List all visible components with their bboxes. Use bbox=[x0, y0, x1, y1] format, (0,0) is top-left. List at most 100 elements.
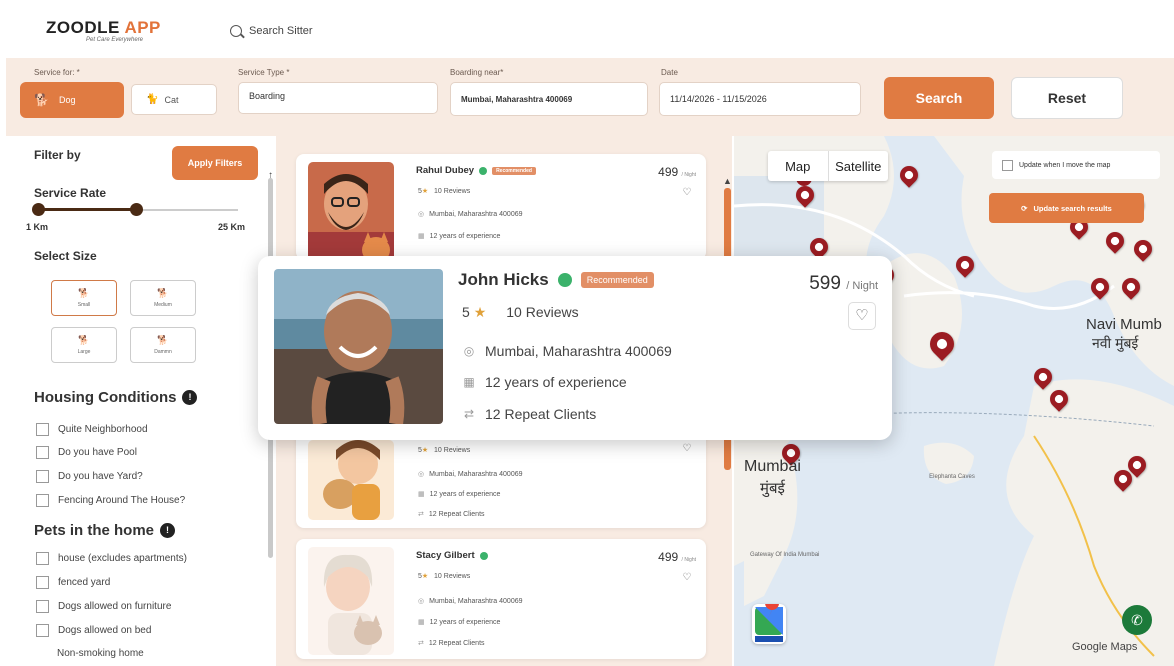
size-label: Large bbox=[77, 349, 91, 355]
rating-row: 5★ 10 Reviews bbox=[418, 572, 470, 580]
checkbox[interactable] bbox=[36, 576, 49, 589]
info-icon[interactable]: ! bbox=[160, 523, 176, 538]
apply-filters-button[interactable]: Apply Filters bbox=[172, 146, 258, 180]
favorite-heart-icon[interactable]: ♡ bbox=[680, 442, 694, 456]
star-icon: ★ bbox=[421, 188, 429, 195]
favorite-heart-icon[interactable]: ♡ bbox=[680, 571, 694, 585]
repeat-text: 12 Repeat Clients bbox=[428, 510, 485, 518]
cat-button[interactable]: 🐈 Cat bbox=[131, 84, 217, 115]
dog-large-icon: 🐕 bbox=[78, 335, 90, 345]
checkbox[interactable] bbox=[36, 446, 49, 459]
sitter-card[interactable]: Stacy Gilbert 499 / Night ♡ 5★ 10 Review… bbox=[296, 539, 706, 659]
boarding-near-field[interactable]: Mumbai, Maharashtra 400069 bbox=[450, 82, 648, 116]
pets-option[interactable]: Dogs allowed on furniture bbox=[36, 600, 171, 613]
pets-title-text: Pets in the home bbox=[34, 522, 155, 539]
rate-slider-fill bbox=[38, 208, 136, 211]
dog-button[interactable]: 🐕 Dog bbox=[20, 82, 124, 118]
calendar-icon: ▦ bbox=[463, 375, 475, 389]
map-pin-center bbox=[935, 337, 949, 351]
price-value: 499 bbox=[658, 165, 679, 179]
experience-row: ▦ 12 years of experience bbox=[418, 618, 500, 627]
favorite-heart-icon[interactable]: ♡ bbox=[680, 186, 694, 200]
popup-rating-row: 5 ★ 10 Reviews bbox=[462, 304, 579, 321]
pets-option-label: fenced yard bbox=[58, 577, 111, 588]
review-count: 10 Reviews bbox=[434, 573, 471, 580]
size-label: Small bbox=[77, 302, 91, 308]
checkbox[interactable] bbox=[36, 552, 49, 565]
scroll-up-arrow-icon[interactable]: ▲ bbox=[723, 176, 732, 186]
info-icon[interactable]: ! bbox=[182, 390, 198, 405]
size-card-dammn[interactable]: 🐕 Dammn bbox=[130, 327, 196, 363]
checkbox[interactable] bbox=[36, 494, 49, 507]
sitter-card[interactable]: Rahul Dubey Recommended 499 / Night ♡ 5★… bbox=[296, 154, 706, 270]
reset-button[interactable]: Reset bbox=[1011, 77, 1123, 119]
map-pin-center bbox=[785, 447, 797, 459]
location-row: ◎ Mumbai, Maharashtra 400069 bbox=[418, 210, 523, 219]
google-maps-attribution: Google Maps bbox=[1072, 641, 1138, 653]
popup-name: John Hicks bbox=[458, 270, 549, 289]
rate-slider-min-handle[interactable] bbox=[32, 203, 45, 216]
map-label-navi-hindi: नवी मुंबई bbox=[1092, 335, 1139, 351]
size-card-medium[interactable]: 🐕 Medium bbox=[130, 280, 196, 316]
map-pin-center bbox=[1037, 371, 1049, 383]
cartoon-girl-with-dog-image bbox=[308, 440, 394, 520]
sitter-detail-popup[interactable]: John Hicks Recommended 599 / Night ♡ 5 ★… bbox=[258, 256, 892, 440]
logo[interactable]: ZOODLE APP Pet Care Everywhere bbox=[46, 18, 161, 43]
update-on-move-checkbox[interactable]: Update when I move the map bbox=[992, 151, 1160, 179]
experience-row: ▦ 12 years of experience bbox=[418, 490, 500, 499]
older-man-beach-photo bbox=[274, 269, 443, 424]
whatsapp-icon[interactable]: ✆ bbox=[1122, 605, 1152, 635]
checkbox[interactable] bbox=[36, 423, 49, 436]
dog-small-icon: 🐕 bbox=[78, 288, 90, 298]
calendar-icon: ▦ bbox=[418, 233, 425, 240]
location-pin-icon: ◎ bbox=[418, 471, 425, 478]
map-pin-center bbox=[1094, 281, 1106, 293]
search-icon bbox=[230, 25, 242, 37]
google-maps-app-icon[interactable] bbox=[752, 596, 786, 644]
experience-text: 12 years of experience bbox=[485, 374, 627, 390]
sitter-photo bbox=[308, 547, 394, 655]
size-card-small[interactable]: 🐕 Small bbox=[51, 280, 117, 316]
search-sitter-input[interactable]: Search Sitter bbox=[230, 25, 313, 37]
sitter-name-row: Rahul Dubey Recommended bbox=[416, 165, 536, 176]
star-icon: ★ bbox=[421, 573, 429, 580]
housing-option[interactable]: Quite Neighborhood bbox=[36, 423, 148, 436]
pets-option[interactable]: fenced yard bbox=[36, 576, 110, 589]
date-field[interactable]: 11/14/2026 - 11/15/2026 bbox=[659, 82, 861, 116]
map-pin-center bbox=[903, 169, 915, 181]
filter-panel: Filter by Apply Filters Service Rate 1 K… bbox=[0, 136, 268, 666]
housing-option[interactable]: Do you have Yard? bbox=[36, 470, 143, 483]
checkbox[interactable] bbox=[1002, 159, 1013, 171]
housing-option[interactable]: Do you have Pool bbox=[36, 446, 137, 459]
update-on-move-label: Update when I move the map bbox=[1019, 161, 1111, 169]
size-card-large[interactable]: 🐕 Large bbox=[51, 327, 117, 363]
pets-option[interactable]: Dogs allowed on bed bbox=[36, 624, 151, 637]
pets-option[interactable]: Non-smoking home bbox=[57, 648, 144, 659]
dog-icon: 🐕 bbox=[34, 93, 49, 107]
rate-slider-max-handle[interactable] bbox=[130, 203, 143, 216]
tab-map[interactable]: Map bbox=[768, 151, 828, 181]
pets-option[interactable]: house (excludes apartments) bbox=[36, 552, 187, 565]
service-type-field[interactable]: Boarding bbox=[238, 82, 438, 114]
housing-title-text: Housing Conditions bbox=[34, 389, 177, 406]
map-pin-center bbox=[1109, 235, 1121, 247]
checkbox[interactable] bbox=[36, 600, 49, 613]
search-button[interactable]: Search bbox=[884, 77, 994, 119]
repeat-text: 12 Repeat Clients bbox=[485, 406, 597, 422]
popup-repeat-row: ⇄ 12 Repeat Clients bbox=[462, 406, 596, 422]
cat-icon: 🐈 bbox=[146, 94, 159, 105]
update-search-results-button[interactable]: ⟳ Update search results bbox=[989, 193, 1144, 223]
map-label-mumbai-hindi: मुंबई bbox=[760, 480, 785, 497]
housing-option[interactable]: Fencing Around The House? bbox=[36, 494, 185, 507]
sitter-price: 499 / Night bbox=[658, 165, 696, 179]
map-type-tabs: Map Satellite bbox=[768, 151, 888, 181]
popup-location-row: ◎ Mumbai, Maharashtra 400069 bbox=[462, 343, 672, 359]
favorite-heart-icon[interactable]: ♡ bbox=[848, 302, 876, 330]
experience-text: 12 years of experience bbox=[429, 232, 501, 240]
tab-satellite[interactable]: Satellite bbox=[829, 151, 889, 181]
checkbox[interactable] bbox=[36, 624, 49, 637]
map-label-mumbai: Mumbai bbox=[744, 458, 801, 475]
repeat-text: 12 Repeat Clients bbox=[428, 639, 485, 647]
checkbox[interactable] bbox=[36, 470, 49, 483]
service-type-label: Service Type * bbox=[238, 68, 290, 77]
